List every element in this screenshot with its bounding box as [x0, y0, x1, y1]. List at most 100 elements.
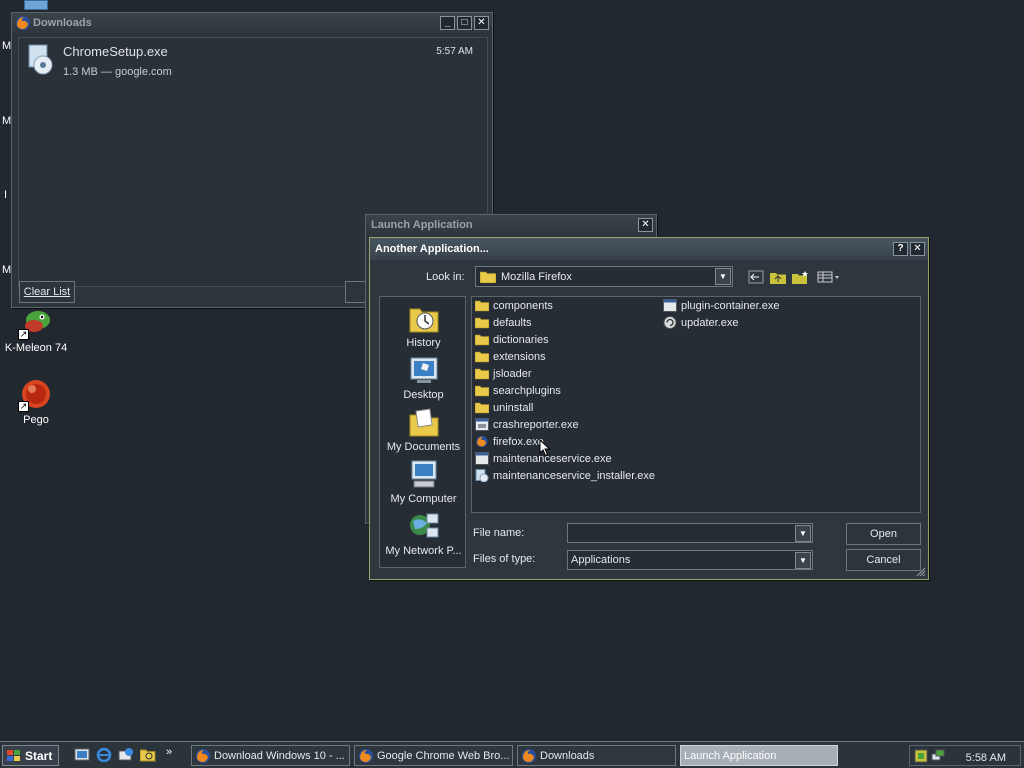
k-meleon-icon: ↗: [18, 306, 52, 340]
desktop-icon-k-meleon[interactable]: ↗ K-Meleon 74: [0, 306, 76, 354]
file-list: components defaults dictionaries extensi…: [471, 296, 921, 513]
places-bar: History Desktop My Documents My Computer…: [379, 296, 466, 568]
file-name: uninstall: [493, 401, 534, 414]
updater-icon: [663, 316, 677, 329]
folder-icon: [474, 316, 490, 329]
resize-grip-icon[interactable]: [914, 565, 926, 577]
file-item[interactable]: uninstall: [474, 399, 534, 416]
shortcut-arrow-icon: ↗: [18, 329, 29, 340]
window-title: Launch Application: [371, 219, 473, 231]
folder-icon: [479, 270, 497, 284]
firefox-icon: [358, 748, 374, 764]
look-in-label: Look in:: [426, 271, 465, 283]
view-menu-icon[interactable]: [816, 268, 842, 286]
new-folder-icon[interactable]: [790, 268, 810, 286]
maximize-button[interactable]: □: [457, 16, 472, 30]
shortcut-arrow-icon: ↗: [18, 401, 29, 412]
close-button[interactable]: ✕: [638, 218, 653, 232]
place-my-network-places[interactable]: My Network P...: [380, 511, 467, 557]
launch-titlebar[interactable]: Launch Application ✕: [366, 215, 656, 235]
file-name: components: [493, 299, 553, 312]
chevron-down-icon[interactable]: ▼: [715, 268, 731, 285]
tray-app-icon[interactable]: [914, 749, 928, 763]
system-tray: 5:58 AM: [909, 745, 1021, 766]
close-button[interactable]: ✕: [910, 242, 925, 256]
file-item[interactable]: jsloader: [474, 365, 532, 382]
outlook-express-icon[interactable]: [118, 747, 134, 763]
windows-logo-icon: [7, 749, 21, 762]
open-file-dialog: Another Application... ? ✕ Look in: Mozi…: [369, 237, 929, 580]
folder-icon: [474, 384, 490, 397]
taskbar-task[interactable]: Google Chrome Web Bro...: [354, 745, 513, 766]
file-item[interactable]: extensions: [474, 348, 546, 365]
desktop-icon-partial[interactable]: [24, 0, 48, 10]
desktop-icon-pego[interactable]: ↗ Pego: [0, 378, 76, 426]
my-documents-icon: [407, 407, 441, 439]
quick-launch-overflow-icon[interactable]: »: [166, 746, 172, 758]
place-desktop[interactable]: Desktop: [380, 355, 467, 401]
file-name: dictionaries: [493, 333, 549, 346]
chevron-down-icon[interactable]: ▼: [795, 525, 811, 542]
look-in-value: Mozilla Firefox: [501, 270, 572, 283]
file-item[interactable]: dictionaries: [474, 331, 549, 348]
place-my-documents[interactable]: My Documents: [380, 407, 467, 453]
folder-icon: [474, 299, 490, 312]
file-name: searchplugins: [493, 384, 561, 397]
download-meta: 1.3 MB — google.com: [63, 66, 172, 78]
firefox-icon: [521, 748, 537, 764]
desktop-partial-label: M: [2, 115, 12, 127]
clock: 5:58 AM: [965, 752, 1006, 764]
cancel-button[interactable]: Cancel: [846, 549, 921, 571]
file-name: firefox.exe: [493, 435, 544, 448]
place-label: Desktop: [403, 389, 444, 401]
files-of-type-select[interactable]: Applications ▼: [567, 550, 813, 570]
file-item[interactable]: components: [474, 297, 553, 314]
help-button[interactable]: ?: [893, 242, 908, 256]
file-item[interactable]: maintenanceservice_installer.exe: [475, 467, 655, 484]
file-item[interactable]: firefox.exe: [475, 433, 544, 450]
task-label: Launch Application: [684, 749, 777, 762]
window-title: Downloads: [33, 17, 92, 29]
file-name: updater.exe: [681, 316, 739, 329]
desktop-icon-label: K-Meleon 74: [4, 342, 68, 354]
minimize-button[interactable]: _: [440, 16, 455, 30]
close-button[interactable]: ✕: [474, 16, 489, 30]
look-in-dropdown[interactable]: Mozilla Firefox ▼: [475, 266, 733, 287]
desktop-partial-label: M: [2, 40, 12, 52]
download-filename: ChromeSetup.exe: [63, 44, 168, 59]
place-my-computer[interactable]: My Computer: [380, 459, 467, 505]
taskbar-task[interactable]: Downloads: [517, 745, 676, 766]
my-network-places-icon: [407, 511, 441, 543]
start-button[interactable]: Start: [2, 745, 59, 766]
download-item[interactable]: ChromeSetup.exe 1.3 MB — google.com 5:57…: [19, 38, 487, 84]
place-label: My Computer: [390, 493, 457, 505]
file-item[interactable]: searchplugins: [474, 382, 561, 399]
place-label: My Documents: [386, 441, 461, 453]
file-name-input[interactable]: ▼: [567, 523, 813, 543]
internet-explorer-icon[interactable]: [96, 747, 112, 763]
place-history[interactable]: History: [380, 303, 467, 349]
firefox-icon: [15, 15, 31, 31]
file-item[interactable]: crashreporter.exe: [475, 416, 579, 433]
desktop-icon: [407, 355, 441, 387]
file-item[interactable]: plugin-container.exe: [663, 297, 779, 314]
file-item[interactable]: updater.exe: [663, 314, 739, 331]
desktop-partial-label: M: [2, 264, 12, 276]
folder-icon: [474, 367, 490, 380]
file-item[interactable]: defaults: [474, 314, 532, 331]
tray-network-icon[interactable]: [931, 749, 945, 763]
chevron-down-icon[interactable]: ▼: [795, 552, 811, 569]
downloads-titlebar[interactable]: Downloads _ □ ✕: [12, 13, 492, 33]
taskbar-task[interactable]: Download Windows 10 - ...: [191, 745, 350, 766]
firefox-icon: [475, 435, 489, 448]
back-icon[interactable]: [746, 268, 766, 286]
file-name: maintenanceservice_installer.exe: [493, 469, 656, 482]
file-name: jsloader: [493, 367, 532, 380]
up-folder-icon[interactable]: [768, 268, 788, 286]
dialog-titlebar[interactable]: Another Application... ? ✕: [370, 238, 928, 260]
open-button[interactable]: Open: [846, 523, 921, 545]
taskbar-task-active[interactable]: Launch Application: [680, 745, 838, 766]
clear-list-button[interactable]: Clear List: [19, 281, 75, 303]
explorer-folder-icon[interactable]: [139, 747, 156, 763]
show-desktop-icon[interactable]: [74, 747, 90, 763]
